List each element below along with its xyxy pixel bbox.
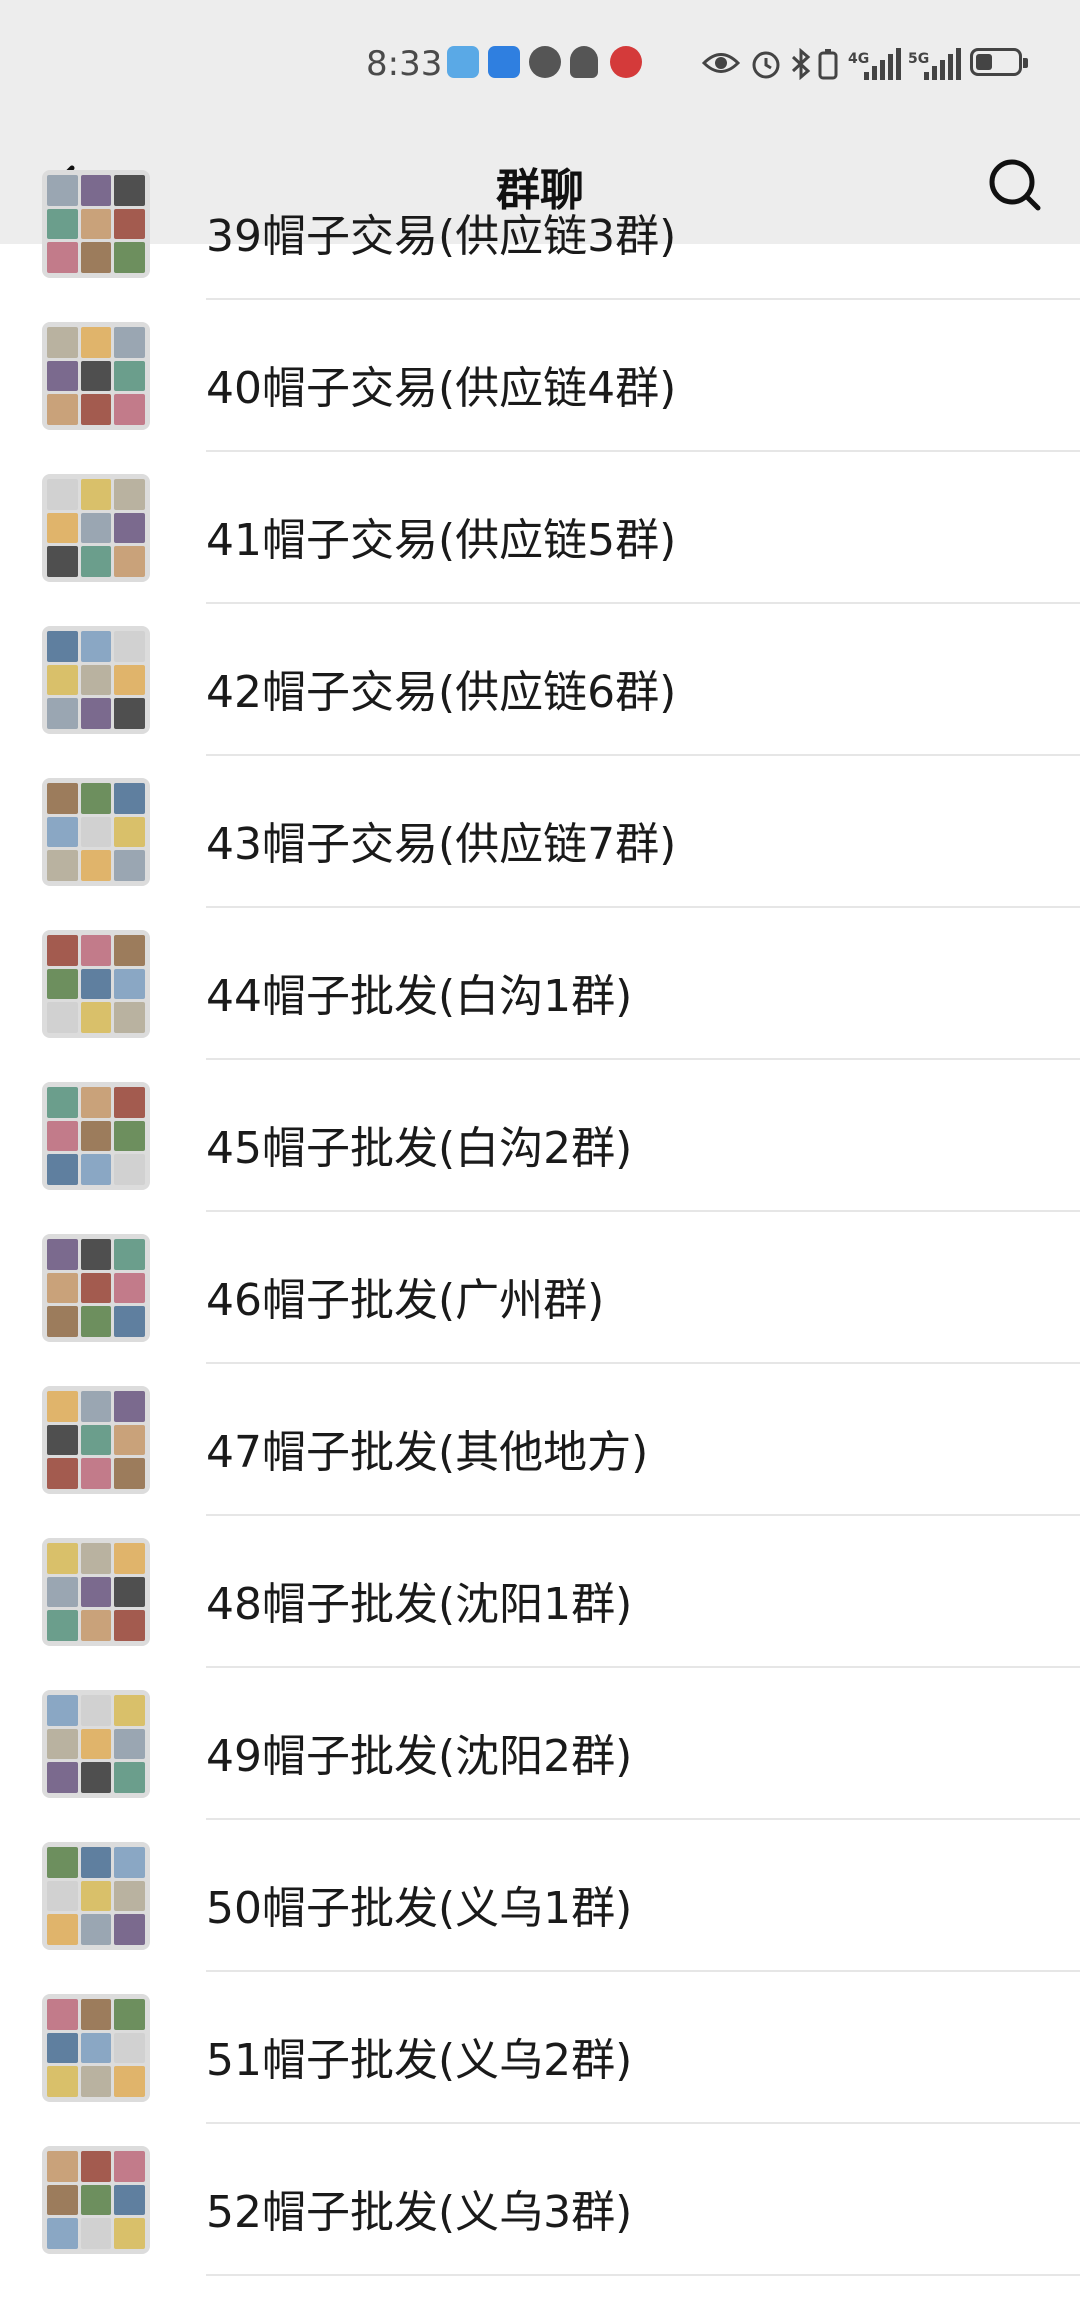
group-avatar xyxy=(42,322,150,430)
group-avatar xyxy=(42,778,150,886)
group-list-item[interactable]: 45帽子批发(白沟2群) xyxy=(0,1060,1080,1212)
group-list-item[interactable]: 52帽子批发(义乌3群) xyxy=(0,2124,1080,2276)
group-list-item[interactable]: 40帽子交易(供应链4群) xyxy=(0,300,1080,452)
group-list-item[interactable]: 47帽子批发(其他地方) xyxy=(0,1364,1080,1516)
battery-icon xyxy=(970,48,1028,76)
group-list-item[interactable]: 51帽子批发(义乌2群) xyxy=(0,1972,1080,2124)
group-name: 50帽子批发(义乌1群) xyxy=(206,1883,633,1934)
group-avatar xyxy=(42,1690,150,1798)
group-list-item[interactable]: 42帽子交易(供应链6群) xyxy=(0,604,1080,756)
group-name: 40帽子交易(供应链4群) xyxy=(206,363,677,414)
group-name: 48帽子批发(沈阳1群) xyxy=(206,1579,633,1630)
battery-saver-icon xyxy=(818,49,838,80)
group-name: 52帽子批发(义乌3群) xyxy=(206,2187,633,2238)
group-name: 42帽子交易(供应链6群) xyxy=(206,667,677,718)
group-avatar xyxy=(42,2146,150,2254)
group-name: 46帽子批发(广州群) xyxy=(206,1275,605,1326)
bell-icon xyxy=(570,46,598,78)
group-list-item[interactable]: 46帽子批发(广州群) xyxy=(0,1212,1080,1364)
group-name: 39帽子交易(供应链3群) xyxy=(206,211,677,262)
group-name: 51帽子批发(义乌2群) xyxy=(206,2035,633,2086)
group-list-item[interactable]: 50帽子批发(义乌1群) xyxy=(0,1820,1080,1972)
group-avatar xyxy=(42,1082,150,1190)
group-avatar xyxy=(42,474,150,582)
group-name: 41帽子交易(供应链5群) xyxy=(206,515,677,566)
group-avatar xyxy=(42,170,150,278)
group-list-item[interactable]: 39帽子交易(供应链3群) xyxy=(0,148,1080,300)
group-avatar xyxy=(42,1234,150,1342)
group-name: 47帽子批发(其他地方) xyxy=(206,1427,649,1478)
group-name: 44帽子批发(白沟1群) xyxy=(206,971,633,1022)
chat-bubble-icon xyxy=(529,46,561,78)
group-avatar xyxy=(42,930,150,1038)
bluetooth-icon xyxy=(791,48,811,80)
group-avatar xyxy=(42,1994,150,2102)
signal-icon xyxy=(922,46,962,80)
group-list-item[interactable]: 49帽子批发(沈阳2群) xyxy=(0,1668,1080,1820)
status-time: 8:33 xyxy=(366,44,443,84)
group-avatar xyxy=(42,1842,150,1950)
signal-icon xyxy=(862,46,902,80)
group-name: 43帽子交易(供应链7群) xyxy=(206,819,677,870)
group-name: 49帽子批发(沈阳2群) xyxy=(206,1731,633,1782)
bank-app-icon xyxy=(610,46,642,78)
alarm-icon xyxy=(752,51,780,79)
app-icon xyxy=(488,46,520,78)
group-list-item[interactable]: 44帽子批发(白沟1群) xyxy=(0,908,1080,1060)
group-avatar xyxy=(42,1538,150,1646)
group-list-item[interactable]: 43帽子交易(供应链7群) xyxy=(0,756,1080,908)
group-list-item[interactable]: 48帽子批发(沈阳1群) xyxy=(0,1516,1080,1668)
reader-app-icon xyxy=(447,46,479,78)
divider xyxy=(206,2274,1080,2276)
status-bar: 8:33 4G 5G xyxy=(0,0,1080,130)
group-avatar xyxy=(42,626,150,734)
group-avatar xyxy=(42,1386,150,1494)
eye-icon xyxy=(702,53,740,73)
group-name: 45帽子批发(白沟2群) xyxy=(206,1123,633,1174)
group-list-item[interactable]: 41帽子交易(供应链5群) xyxy=(0,452,1080,604)
wechat-group-chats-screen: 8:33 4G 5G 群聊 39帽子交易(供应链3群) 40帽子交易(供应链4群… xyxy=(0,0,1080,2324)
